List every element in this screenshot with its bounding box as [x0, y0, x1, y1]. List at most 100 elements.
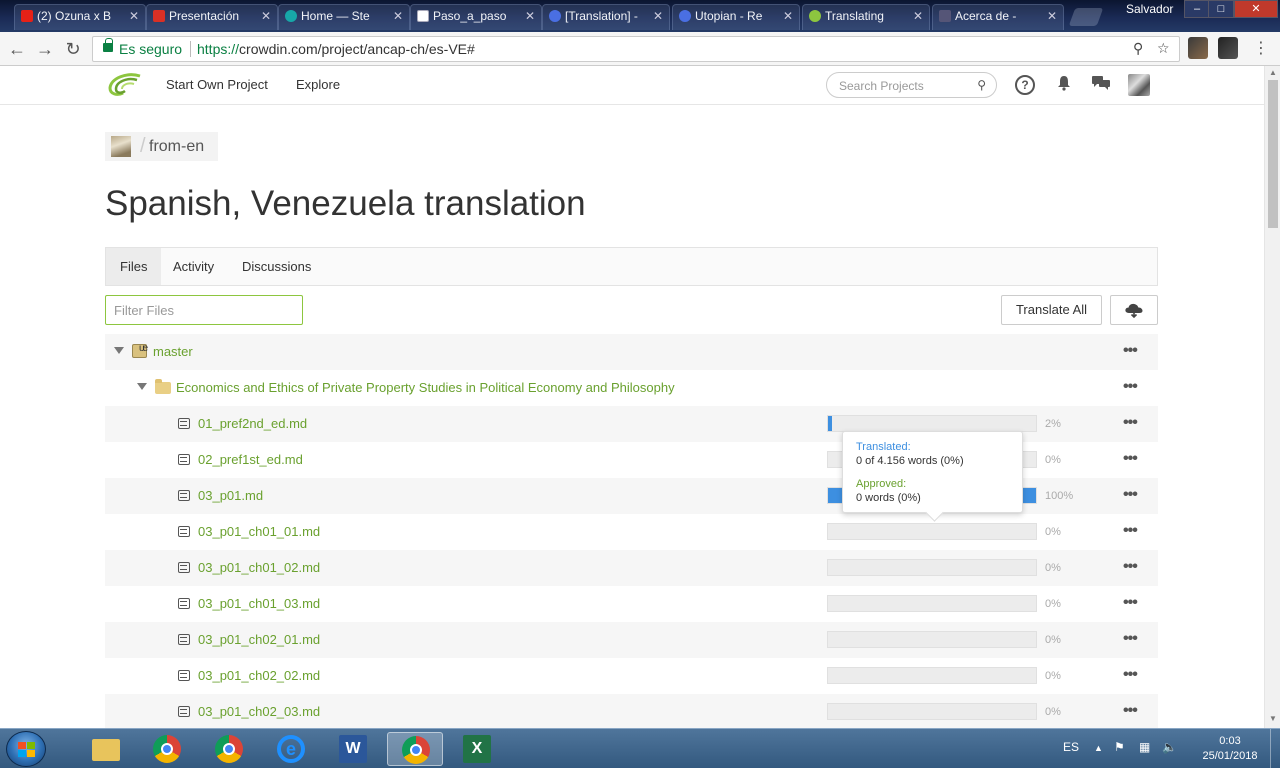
- close-tab-icon[interactable]: ✕: [261, 5, 271, 27]
- close-window-button[interactable]: ✕: [1234, 0, 1278, 18]
- branch-row[interactable]: master •••: [105, 334, 1158, 370]
- taskbar-chrome-active[interactable]: [387, 732, 443, 766]
- page-scrollbar[interactable]: ▲ ▼: [1264, 66, 1280, 728]
- extension-icon[interactable]: [1218, 37, 1238, 59]
- more-options-icon[interactable]: •••: [1123, 702, 1138, 720]
- close-tab-icon[interactable]: ✕: [393, 5, 403, 27]
- taskbar-file-explorer[interactable]: [78, 732, 134, 766]
- zoom-icon[interactable]: ⚲: [1133, 40, 1143, 57]
- file-name[interactable]: 03_p01_ch01_02.md: [198, 560, 320, 575]
- reload-icon[interactable]: ↻: [62, 38, 84, 60]
- file-name[interactable]: 03_p01_ch02_02.md: [198, 668, 320, 683]
- file-name[interactable]: 03_p01_ch02_01.md: [198, 632, 320, 647]
- more-options-icon[interactable]: •••: [1123, 378, 1138, 396]
- project-avatar[interactable]: [111, 136, 131, 157]
- breadcrumb-item[interactable]: from-en: [149, 138, 204, 155]
- browser-tab[interactable]: Presentación ✕: [146, 4, 278, 30]
- taskbar-excel[interactable]: X: [449, 732, 505, 766]
- nav-start-own-project[interactable]: Start Own Project: [166, 77, 268, 92]
- back-arrow-icon[interactable]: ←: [6, 38, 28, 60]
- file-name[interactable]: 03_p01_ch02_03.md: [198, 704, 320, 719]
- more-options-icon[interactable]: •••: [1123, 450, 1138, 468]
- more-options-icon[interactable]: •••: [1123, 594, 1138, 612]
- collapse-arrow-icon[interactable]: [137, 383, 147, 390]
- input-language[interactable]: ES: [1063, 740, 1079, 754]
- file-row[interactable]: 03_p01_ch02_01.md 0% •••: [105, 622, 1158, 658]
- file-row[interactable]: 03_p01_ch02_02.md 0% •••: [105, 658, 1158, 694]
- close-tab-icon[interactable]: ✕: [783, 5, 793, 27]
- show-desktop-button[interactable]: [1270, 729, 1280, 768]
- folder-name[interactable]: Economics and Ethics of Private Property…: [176, 380, 675, 395]
- scrollbar-thumb[interactable]: [1268, 80, 1278, 228]
- close-tab-icon[interactable]: ✕: [129, 5, 139, 27]
- close-tab-icon[interactable]: ✕: [653, 5, 663, 27]
- file-name[interactable]: 03_p01_ch01_01.md: [198, 524, 320, 539]
- url-text[interactable]: https://crowdin.com/project/ancap-ch/es-…: [197, 41, 475, 57]
- filter-files-input[interactable]: [114, 303, 294, 318]
- profile-name[interactable]: Salvador: [1126, 2, 1173, 16]
- translation-progress-bar[interactable]: [827, 595, 1037, 612]
- search-input[interactable]: [839, 79, 969, 93]
- help-icon[interactable]: ?: [1015, 75, 1035, 95]
- nav-explore[interactable]: Explore: [296, 77, 340, 92]
- messages-icon[interactable]: [1091, 75, 1111, 95]
- bookmark-star-icon[interactable]: ☆: [1157, 40, 1170, 57]
- file-name[interactable]: 01_pref2nd_ed.md: [198, 416, 307, 431]
- address-bar[interactable]: Es seguro https://crowdin.com/project/an…: [92, 36, 1180, 62]
- tab-activity[interactable]: Activity: [159, 248, 228, 285]
- taskbar-chrome[interactable]: [139, 732, 195, 766]
- more-options-icon[interactable]: •••: [1123, 342, 1138, 360]
- user-avatar[interactable]: [1128, 74, 1150, 96]
- file-row[interactable]: 03_p01_ch01_01.md 0% •••: [105, 514, 1158, 550]
- more-options-icon[interactable]: •••: [1123, 666, 1138, 684]
- close-tab-icon[interactable]: ✕: [525, 5, 535, 27]
- file-name[interactable]: 02_pref1st_ed.md: [198, 452, 303, 467]
- browser-tab[interactable]: Translating ✕: [802, 4, 930, 30]
- file-row[interactable]: 03_p01_ch01_02.md 0% •••: [105, 550, 1158, 586]
- crowdin-logo-icon[interactable]: [107, 72, 141, 98]
- more-options-icon[interactable]: •••: [1123, 486, 1138, 504]
- browser-tab[interactable]: Home — Ste ✕: [278, 4, 410, 30]
- translation-progress-bar[interactable]: [827, 667, 1037, 684]
- more-options-icon[interactable]: •••: [1123, 630, 1138, 648]
- scroll-down-icon[interactable]: ▼: [1269, 714, 1277, 723]
- tab-files[interactable]: Files: [106, 248, 162, 285]
- translation-progress-bar[interactable]: [827, 415, 1037, 432]
- scroll-up-icon[interactable]: ▲: [1269, 68, 1277, 77]
- browser-tab[interactable]: (2) Ozuna x B ✕: [14, 4, 146, 30]
- file-row[interactable]: 03_p01_ch01_03.md 0% •••: [105, 586, 1158, 622]
- translation-progress-bar[interactable]: [827, 559, 1037, 576]
- collapse-arrow-icon[interactable]: [114, 347, 124, 354]
- tab-discussions[interactable]: Discussions: [228, 248, 325, 285]
- minimize-button[interactable]: –: [1184, 0, 1210, 18]
- more-options-icon[interactable]: •••: [1123, 522, 1138, 540]
- translate-all-button[interactable]: Translate All: [1001, 295, 1102, 325]
- forward-arrow-icon[interactable]: →: [34, 38, 56, 60]
- close-tab-icon[interactable]: ✕: [1047, 5, 1057, 27]
- chrome-menu-icon[interactable]: ⋮: [1250, 38, 1272, 60]
- action-center-icon[interactable]: ⚑: [1114, 740, 1125, 754]
- extension-icon[interactable]: [1188, 37, 1208, 59]
- file-name[interactable]: 03_p01_ch01_03.md: [198, 596, 320, 611]
- file-row[interactable]: 03_p01_ch02_03.md 0% •••: [105, 694, 1158, 730]
- taskbar-chrome[interactable]: [201, 732, 257, 766]
- file-name[interactable]: 03_p01.md: [198, 488, 263, 503]
- show-hidden-icons-icon[interactable]: ▲: [1094, 743, 1103, 753]
- more-options-icon[interactable]: •••: [1123, 558, 1138, 576]
- volume-icon[interactable]: 🔈: [1162, 740, 1177, 754]
- translation-progress-bar[interactable]: [827, 523, 1037, 540]
- taskbar-internet-explorer[interactable]: e: [263, 732, 319, 766]
- branch-name[interactable]: master: [153, 344, 193, 359]
- network-icon[interactable]: ▦: [1139, 740, 1150, 754]
- maximize-button[interactable]: □: [1208, 0, 1234, 18]
- taskbar-word[interactable]: W: [325, 732, 381, 766]
- browser-tab[interactable]: Utopian - Re ✕: [672, 4, 800, 30]
- translation-progress-bar[interactable]: [827, 631, 1037, 648]
- browser-tab[interactable]: Acerca de - ✕: [932, 4, 1064, 30]
- close-tab-icon[interactable]: ✕: [913, 5, 923, 27]
- more-options-icon[interactable]: •••: [1123, 414, 1138, 432]
- translation-progress-bar[interactable]: [827, 703, 1037, 720]
- search-icon[interactable]: ⚲: [977, 78, 986, 92]
- browser-tab[interactable]: [Translation] - ✕: [542, 4, 670, 30]
- system-clock[interactable]: 0:03 25/01/2018: [1190, 734, 1270, 764]
